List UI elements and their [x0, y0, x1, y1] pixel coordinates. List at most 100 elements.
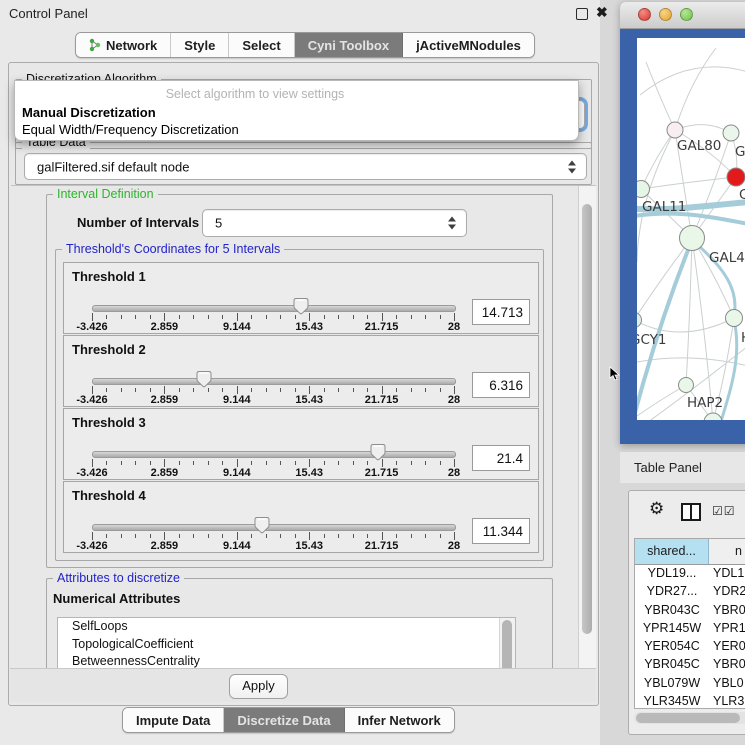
threshold-rows: Threshold 1 -3.4262.8599.14415.4321.71528… — [56, 250, 543, 560]
network-canvas[interactable]: GAL80GACGAL11GAL4GCY1HHAP2 — [637, 38, 745, 420]
tab-cyni-toolbox[interactable]: Cyni Toolbox — [295, 33, 403, 57]
numerical-attributes-list[interactable]: SelfLoopsTopologicalCoefficientBetweenne… — [57, 617, 516, 670]
table-row[interactable]: YLR345WYLR3 — [635, 694, 745, 708]
network-window-titlebar — [620, 2, 745, 29]
network-node[interactable] — [704, 413, 722, 420]
network-node-hap2[interactable] — [679, 378, 694, 393]
table-row[interactable]: YPR145WYPR1 — [635, 621, 745, 639]
group-title: Interval Definition — [53, 187, 158, 201]
group-attributes: Attributes to discretize Numerical Attri… — [46, 578, 553, 670]
tab-label: Select — [242, 38, 280, 53]
network-node-gal11[interactable] — [637, 181, 650, 198]
vertical-scrollbar[interactable] — [578, 186, 596, 669]
table-panel: ⚙ ☑☑ shared... n YDL19...YDL1YDR27...YDR… — [628, 490, 745, 735]
tab-infer-network[interactable]: Infer Network — [345, 708, 454, 732]
network-node-c[interactable] — [727, 168, 745, 186]
close-traffic-light[interactable] — [638, 8, 651, 21]
network-node-label: HAP2 — [687, 395, 723, 411]
select-columns-icon[interactable]: ☑☑ — [712, 504, 736, 518]
slider-thumb[interactable] — [196, 370, 212, 388]
table-row[interactable]: YER054CYER0 — [635, 639, 745, 657]
column-header-name[interactable]: n — [709, 539, 745, 565]
group-interval-definition: Interval Definition Number of Intervals … — [46, 194, 553, 568]
slider-thumb[interactable] — [370, 443, 386, 461]
network-view-window: GAL80GACGAL11GAL4GCY1HHAP2 — [620, 2, 745, 444]
tab-label: Impute Data — [136, 713, 210, 728]
threshold-row: Threshold 1-3.4262.8599.14415.4321.71528… — [63, 262, 539, 334]
slider-ticks — [92, 532, 454, 540]
numerical-attributes-label: Numerical Attributes — [53, 591, 180, 606]
network-node-gal4[interactable] — [680, 226, 705, 251]
threshold-value-field[interactable]: 6.316 — [472, 372, 530, 398]
slider-track[interactable] — [92, 451, 456, 458]
cell-shared-name: YPR145W — [635, 621, 709, 635]
attribute-list-item[interactable]: TopologicalCoefficient — [58, 636, 515, 654]
table-row[interactable]: YDR27...YDR2 — [635, 584, 745, 602]
tab-label: jActiveMNodules — [416, 38, 521, 53]
threshold-label: Threshold 1 — [72, 269, 146, 284]
slider-track[interactable] — [92, 524, 456, 531]
vertical-scrollbar-thumb[interactable] — [582, 204, 592, 634]
attribute-list-item[interactable]: SelfLoops — [58, 618, 515, 636]
tab-network[interactable]: Network — [76, 33, 171, 57]
threshold-value-field[interactable]: 21.4 — [472, 445, 530, 471]
screen: Control Panel ✖ NetworkStyle Select Cyni T… — [0, 0, 745, 745]
cell-name: YDL1 — [709, 566, 744, 580]
table-panel-titlebar: Table Panel — [620, 452, 745, 483]
columns-icon[interactable] — [681, 503, 701, 521]
tab-impute-data[interactable]: Impute Data — [123, 708, 224, 732]
combo-arrows-icon — [448, 217, 457, 230]
slider-track[interactable] — [92, 305, 456, 312]
top-tabbar: NetworkStyle Select Cyni Toolbox jActiveMNo… — [75, 32, 535, 58]
table-row[interactable]: YBL079WYBL0 — [635, 676, 745, 694]
network-node-gal80[interactable] — [667, 122, 683, 138]
cell-shared-name: YBR045C — [635, 657, 709, 671]
dropdown-item[interactable]: Equal Width/Frequency Discretization — [18, 122, 243, 137]
table-panel-title: Table Panel — [634, 460, 702, 475]
network-node-gcy1[interactable] — [637, 313, 642, 328]
cell-shared-name: YER054C — [635, 639, 709, 653]
table-data-combobox[interactable]: galFiltered.sif default node — [24, 153, 587, 180]
bottom-tabbar: Impute Data Discretize DataInfer Network — [122, 707, 455, 733]
cell-name: YBL0 — [709, 676, 744, 690]
tab-jactivemnodules[interactable]: jActiveMNodules — [403, 33, 534, 57]
slider-track[interactable] — [92, 378, 456, 385]
cyni-toolbox-panel: Discretization Algorithm Table Data galF… — [8, 62, 599, 706]
horizontal-scrollbar-thumb[interactable] — [636, 713, 740, 723]
slider-thumb[interactable] — [254, 516, 270, 534]
close-icon[interactable]: ✖ — [596, 4, 608, 21]
cell-name: YDR2 — [709, 584, 745, 598]
group-title: Attributes to discretize — [53, 571, 184, 585]
zoom-traffic-light[interactable] — [680, 8, 693, 21]
minimize-traffic-light[interactable] — [659, 8, 672, 21]
number-of-intervals-combobox[interactable]: 5 — [202, 209, 467, 237]
gear-icon[interactable]: ⚙ — [649, 499, 664, 519]
list-scrollbar-thumb[interactable] — [502, 620, 512, 670]
threshold-value-field[interactable]: 14.713 — [472, 299, 530, 325]
table-row[interactable]: YBR043CYBR0 — [635, 603, 745, 621]
network-node-ga[interactable] — [723, 125, 739, 141]
float-window-icon[interactable] — [576, 8, 588, 20]
control-panel-title: Control Panel — [9, 6, 88, 21]
slider-tick-labels: -3.4262.8599.14415.4321.71528 — [92, 540, 454, 552]
table-row[interactable]: YBR045CYBR0 — [635, 657, 745, 675]
threshold-value-field[interactable]: 11.344 — [472, 518, 530, 544]
threshold-row: Threshold 4-3.4262.8599.14415.4321.71528… — [63, 481, 539, 553]
tab-style[interactable]: Style — [171, 33, 229, 57]
tab-discretize-data[interactable]: Discretize Data — [224, 708, 344, 732]
dropdown-item[interactable]: Manual Discretization — [18, 105, 160, 120]
cell-shared-name: YBL079W — [635, 676, 709, 690]
horizontal-scrollbar[interactable] — [634, 712, 745, 724]
table-row[interactable]: YDL19...YDL1 — [635, 566, 745, 584]
dropdown-placeholder: Select algorithm to view settings — [15, 87, 495, 101]
network-node-label: C — [739, 187, 745, 203]
cell-name: YLR3 — [709, 694, 744, 708]
settings-scrollpane: Interval Definition Number of Intervals … — [11, 185, 596, 670]
list-scrollbar[interactable] — [499, 618, 515, 670]
tab-select[interactable]: Select — [229, 33, 294, 57]
network-node-h[interactable] — [726, 310, 743, 327]
slider-thumb[interactable] — [293, 297, 309, 315]
cell-name: YER0 — [709, 639, 745, 653]
column-header-shared-name[interactable]: shared... — [635, 539, 709, 565]
apply-button[interactable]: Apply — [229, 674, 288, 699]
